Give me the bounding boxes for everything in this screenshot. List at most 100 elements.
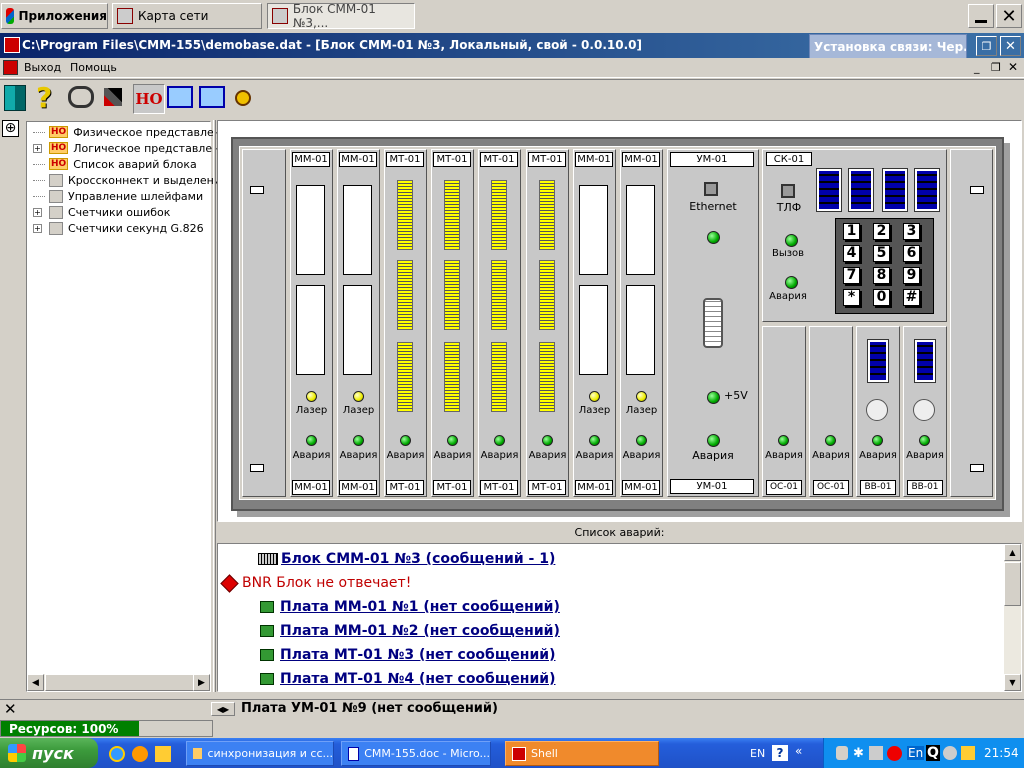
windows-logo-icon — [8, 744, 26, 762]
tray-disc-icon[interactable] — [943, 746, 957, 760]
search-tool-button[interactable] — [235, 90, 255, 110]
network2-tool-button[interactable] — [199, 86, 229, 112]
keypad-key[interactable]: * — [843, 289, 860, 306]
language-indicator[interactable]: EN — [750, 747, 765, 760]
mdi-close-icon[interactable]: ✕ — [1008, 60, 1018, 74]
alarm-row[interactable]: Плата МТ-01 №3 (нет сообщений) — [260, 643, 556, 667]
task-shell[interactable]: Shell — [505, 741, 659, 766]
keypad-key[interactable]: 4 — [843, 245, 860, 262]
bb-port-icon[interactable] — [914, 339, 936, 383]
status-nav-button[interactable]: ◀▶ — [211, 702, 235, 716]
keypad-key[interactable]: 2 — [873, 223, 890, 240]
vertical-splitter[interactable] — [213, 120, 216, 692]
mdi-minimize-icon[interactable]: _ — [974, 61, 980, 74]
keypad-key[interactable]: 7 — [843, 267, 860, 284]
bluetooth-icon[interactable]: ✱ — [853, 746, 864, 761]
arrow-right-icon: ▶ — [198, 677, 205, 688]
rack-screw-icon — [250, 464, 264, 472]
sk01-port-icon[interactable] — [816, 168, 842, 212]
tray-app-icon[interactable] — [836, 746, 848, 760]
settings-tool-button[interactable] — [104, 88, 126, 110]
task-folder[interactable]: синхронизация и сс... — [186, 741, 334, 766]
keypad-key[interactable]: 8 — [873, 267, 890, 284]
menu-help[interactable]: Помощь — [70, 61, 117, 74]
keypad-key[interactable]: 9 — [903, 267, 920, 284]
scroll-thumb[interactable] — [1004, 562, 1021, 606]
tree-item-crossconnect[interactable]: Кроссконнект и выделение — [33, 172, 228, 188]
tree-item-error-counters[interactable]: + Счетчики ошибок — [33, 204, 170, 220]
serial-port-icon[interactable] — [703, 298, 723, 348]
tree-item-physical[interactable]: НО Физическое представлени — [33, 124, 228, 140]
title-close-button[interactable]: ✕ — [1000, 36, 1021, 56]
scroll-down-button[interactable]: ▼ — [1004, 674, 1021, 691]
help-tray-icon[interactable]: ? — [772, 745, 788, 761]
sk01-port-icon[interactable] — [914, 168, 940, 212]
alarm-row[interactable]: Плата ММ-01 №2 (нет сообщений) — [260, 619, 560, 643]
blank-node-icon — [49, 189, 63, 203]
scroll-right-button[interactable]: ▶ — [193, 674, 210, 691]
tlf-label: ТЛФ — [776, 201, 802, 214]
tree-item-loops[interactable]: Управление шлейфами — [33, 188, 203, 204]
tree-expand-icon[interactable]: + — [33, 223, 42, 233]
blank-node-icon — [49, 173, 63, 187]
network-tray-icon[interactable] — [869, 746, 883, 760]
small-card-2[interactable] — [809, 326, 853, 497]
tab-block-cmm01[interactable]: Блок СММ-01 №3,... — [267, 2, 415, 30]
tray-tools-icon[interactable] — [961, 746, 975, 760]
tab-applications[interactable]: Приложения — [1, 3, 108, 29]
antivirus-icon[interactable] — [887, 746, 902, 761]
tray-q-icon[interactable]: Q — [926, 745, 940, 761]
zoom-in-button[interactable]: ⊕ — [2, 120, 19, 137]
tab-network-map[interactable]: Карта сети — [112, 3, 262, 29]
alarm-row[interactable]: Плата МТ-01 №4 (нет сообщений) — [260, 667, 556, 691]
close-button[interactable]: ✕ — [996, 4, 1022, 28]
minimize-button[interactable] — [968, 4, 994, 28]
quicklaunch-icon[interactable] — [155, 746, 171, 762]
keypad-key[interactable]: 5 — [873, 245, 890, 262]
tree-expand-icon[interactable]: + — [33, 143, 42, 153]
connect-tool-button[interactable] — [68, 86, 98, 112]
magnifier-icon — [235, 90, 251, 106]
small-card-alarm-label: Авария — [765, 450, 803, 461]
tray-lang-indicator[interactable]: En — [907, 746, 925, 760]
keypad-key[interactable]: 1 — [843, 223, 860, 240]
keypad-key[interactable]: 3 — [903, 223, 920, 240]
bb-round-button[interactable] — [866, 399, 888, 421]
tree-horizontal-scrollbar[interactable]: ◀ ▶ — [27, 674, 210, 691]
scroll-left-button[interactable]: ◀ — [27, 674, 44, 691]
menu-exit[interactable]: Выход — [24, 61, 61, 74]
ho-tool-button[interactable]: НО — [133, 84, 165, 114]
sk01-port-icon[interactable] — [848, 168, 874, 212]
keypad-key[interactable]: 6 — [903, 245, 920, 262]
task-word-doc[interactable]: CMM-155.doc - Micro... — [341, 741, 491, 766]
media-quicklaunch-icon[interactable] — [132, 746, 148, 762]
alarm-list-header: Список аварий: — [217, 526, 1022, 542]
scroll-thumb[interactable] — [45, 674, 195, 691]
ie-quicklaunch-icon[interactable] — [109, 746, 125, 762]
restore-button[interactable]: ❐ — [976, 36, 997, 56]
mdi-restore-icon[interactable]: ❐ — [991, 61, 1001, 74]
status-close-icon[interactable]: ✕ — [4, 700, 17, 718]
ethernet-port-icon[interactable] — [704, 182, 718, 196]
alarm-vertical-scrollbar[interactable]: ▲ ▼ — [1004, 544, 1021, 691]
keypad-key[interactable]: # — [903, 289, 920, 306]
exit-tool-button[interactable] — [4, 85, 32, 113]
tree-item-g826-counters[interactable]: + Счетчики секунд G.826 — [33, 220, 204, 236]
bb-round-button[interactable] — [913, 399, 935, 421]
tree-item-alarm-list[interactable]: НО Список аварий блока — [33, 156, 197, 172]
scroll-up-button[interactable]: ▲ — [1004, 544, 1021, 561]
small-card-1[interactable] — [762, 326, 806, 497]
network-tool-button[interactable] — [167, 86, 197, 112]
tray-expand-icon[interactable]: « — [795, 744, 802, 758]
tree-item-logical[interactable]: + НО Логическое представление — [33, 140, 233, 156]
alarm-row[interactable]: BNR Блок не отвечает! — [220, 571, 411, 595]
bb-port-icon[interactable] — [867, 339, 889, 383]
alarm-row[interactable]: Блок СММ-01 №3 (сообщений - 1) — [258, 547, 555, 571]
sk01-port-icon[interactable] — [882, 168, 908, 212]
start-button[interactable]: пуск — [0, 738, 98, 768]
help-tool-button[interactable]: ? — [36, 84, 64, 114]
keypad-key[interactable]: 0 — [873, 289, 890, 306]
tree-expand-icon[interactable]: + — [33, 207, 42, 217]
alarm-row[interactable]: Плата ММ-01 №1 (нет сообщений) — [260, 595, 560, 619]
tlf-port-icon[interactable] — [781, 184, 795, 198]
